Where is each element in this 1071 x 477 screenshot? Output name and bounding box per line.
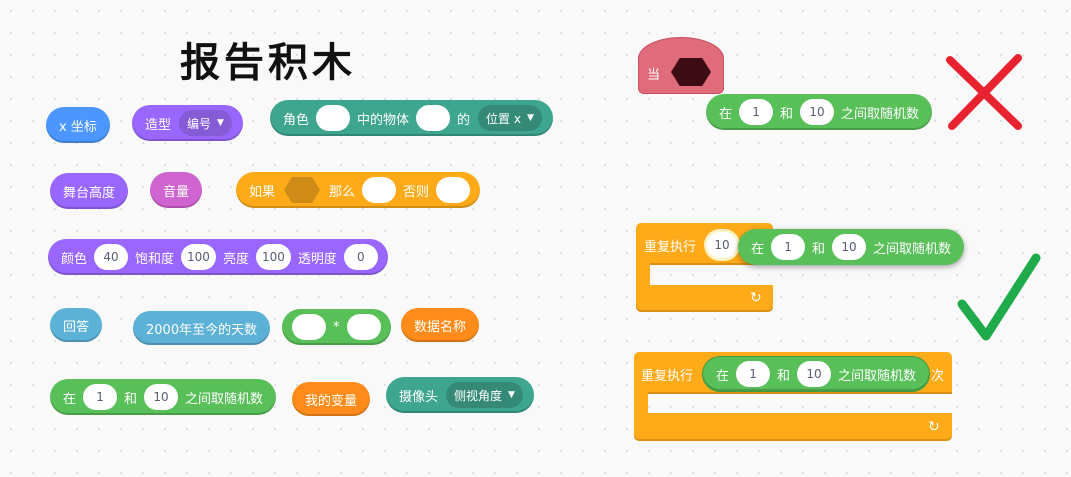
my-variable-reporter[interactable]: 我的变量 xyxy=(292,382,371,416)
block-label: 在 xyxy=(719,106,733,122)
block-label: 中的物体 xyxy=(357,112,410,128)
block-label: 我的变量 xyxy=(305,393,358,409)
random-from-input[interactable]: 1 xyxy=(736,361,771,387)
when-hat-block[interactable]: 当 xyxy=(638,37,724,94)
block-label: 之间取随机数 xyxy=(185,391,264,407)
dropdown-value: 位置 x xyxy=(486,111,521,126)
block-label: 如果 xyxy=(249,184,276,200)
random-reporter[interactable]: 在 1 和 10 之间取随机数 xyxy=(50,379,277,415)
sprite-property-of-reporter[interactable]: 角色 中的物体 的 位置 x ▼ xyxy=(270,100,553,136)
hue-input[interactable]: 40 xyxy=(94,244,129,270)
camera-angle-reporter[interactable]: 摄像头 侧视角度 ▼ xyxy=(386,377,534,413)
block-label: 舞台高度 xyxy=(63,185,116,201)
block-label: 颜色 xyxy=(61,251,88,267)
condition-slot[interactable] xyxy=(671,58,711,86)
block-label: 造型 xyxy=(145,117,172,133)
page-title: 报告积木 xyxy=(180,40,356,86)
block-label: 2000年至今的天数 xyxy=(146,322,258,338)
block-label: 亮度 xyxy=(222,251,249,267)
property-dropdown[interactable]: 位置 x ▼ xyxy=(478,105,542,131)
costume-number-reporter[interactable]: 造型 编号 ▼ xyxy=(132,105,243,141)
random-from-input[interactable]: 1 xyxy=(83,384,118,410)
block-label: 角色 xyxy=(283,112,310,128)
red-cross-icon xyxy=(946,54,1022,130)
costume-dropdown[interactable]: 编号 ▼ xyxy=(179,110,232,136)
chevron-down-icon: ▼ xyxy=(217,118,224,128)
left-operand-input[interactable] xyxy=(292,314,326,340)
block-label: 和 xyxy=(780,106,794,122)
random-from-input[interactable]: 1 xyxy=(771,234,806,260)
block-label: 饱和度 xyxy=(135,251,175,267)
block-label: 的 xyxy=(457,112,471,128)
block-label: 和 xyxy=(812,241,826,257)
operator-label: * xyxy=(333,319,340,335)
if-then-else-reporter[interactable]: 如果 那么 否则 xyxy=(236,172,481,208)
color-hsb-reporter[interactable]: 颜色 40 饱和度 100 亮度 100 透明度 0 xyxy=(48,239,388,275)
sprite-input[interactable] xyxy=(316,105,351,131)
camera-dropdown[interactable]: 侧视角度 ▼ xyxy=(446,382,523,408)
block-label: 否则 xyxy=(403,184,430,200)
block-label: 回答 xyxy=(63,319,90,335)
block-label: 在 xyxy=(751,241,765,257)
block-label: 音量 xyxy=(163,184,190,200)
block-label: 摄像头 xyxy=(399,389,439,405)
then-input[interactable] xyxy=(362,177,397,203)
brightness-input[interactable]: 100 xyxy=(255,244,291,270)
volume-reporter[interactable]: 音量 xyxy=(150,172,203,208)
answer-reporter[interactable]: 回答 xyxy=(50,308,103,342)
block-label: 和 xyxy=(777,368,791,384)
block-label: 那么 xyxy=(329,184,356,200)
random-reporter-inserted[interactable]: 在 1 和 10 之间取随机数 xyxy=(702,356,931,392)
random-from-input[interactable]: 1 xyxy=(739,99,774,125)
else-input[interactable] xyxy=(436,177,471,203)
multiply-reporter[interactable]: * xyxy=(282,309,391,345)
block-label: 透明度 xyxy=(297,251,337,267)
random-to-input[interactable]: 10 xyxy=(144,384,179,410)
x-position-reporter[interactable]: x 坐标 xyxy=(46,107,110,143)
days-since-2000-reporter[interactable]: 2000年至今的天数 xyxy=(133,311,271,345)
chevron-down-icon: ▼ xyxy=(526,113,534,123)
saturation-input[interactable]: 100 xyxy=(181,244,216,270)
block-label: 数据名称 xyxy=(414,319,467,335)
repeat-count-input[interactable]: 10 xyxy=(707,232,737,258)
block-label: 之间取随机数 xyxy=(841,106,920,122)
transparency-input[interactable]: 0 xyxy=(343,244,378,270)
right-operand-input[interactable] xyxy=(346,314,381,340)
green-check-icon xyxy=(957,253,1041,341)
chevron-down-icon: ▼ xyxy=(508,390,515,400)
block-label: 和 xyxy=(124,391,138,407)
backdrop-height-reporter[interactable]: 舞台高度 xyxy=(50,173,129,209)
block-label: 重复执行 xyxy=(641,369,694,384)
random-reporter-wrong[interactable]: 在 1 和 10 之间取随机数 xyxy=(706,94,933,130)
random-to-input[interactable]: 10 xyxy=(832,234,867,260)
repeat-footer xyxy=(634,413,952,441)
block-label: 在 xyxy=(63,391,77,407)
random-to-input[interactable]: 10 xyxy=(800,99,835,125)
block-label: 当 xyxy=(647,68,661,83)
object-input[interactable] xyxy=(416,105,451,131)
random-to-input[interactable]: 10 xyxy=(797,361,832,387)
loop-arrow-icon: ↻ xyxy=(928,419,940,435)
block-label: 重复执行 xyxy=(644,240,697,255)
dropdown-value: 编号 xyxy=(187,116,212,131)
condition-slot[interactable] xyxy=(284,177,321,203)
block-label: 之间取随机数 xyxy=(838,368,917,384)
block-label: x 坐标 xyxy=(59,119,97,135)
loop-arrow-icon: ↻ xyxy=(750,290,762,306)
block-label: 之间取随机数 xyxy=(873,241,952,257)
block-label: 在 xyxy=(716,368,730,384)
block-label: 次 xyxy=(931,369,945,384)
data-name-reporter[interactable]: 数据名称 xyxy=(401,308,480,342)
random-reporter-dragging[interactable]: 在 1 和 10 之间取随机数 xyxy=(738,229,965,265)
dropdown-value: 侧视角度 xyxy=(454,388,503,403)
